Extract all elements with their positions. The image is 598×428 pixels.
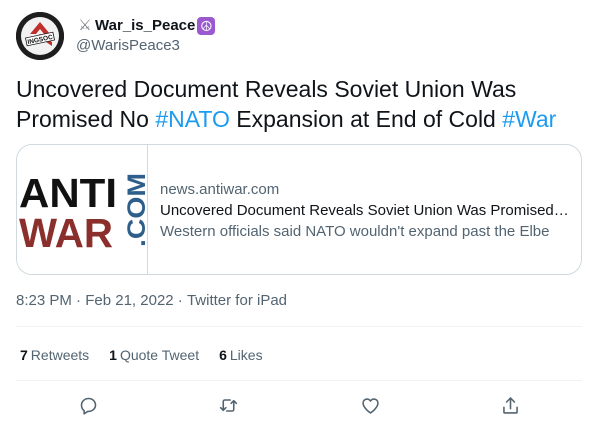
antiwar-logo: ANTI WAR .COM — [17, 145, 151, 274]
heart-icon — [361, 397, 379, 414]
card-domain: news.antiwar.com — [160, 181, 280, 198]
action-bar — [16, 388, 582, 422]
reply-button[interactable] — [74, 391, 102, 419]
engagement-stats: 7 Retweets 1 Quote Tweet 6 Likes — [20, 345, 283, 365]
tweet-meta: 8:23 PM · Feb 21, 2022 · Twitter for iPa… — [16, 291, 287, 311]
display-name-row[interactable]: ⚔ War_is_Peace ☮ — [76, 16, 216, 36]
hashtag-war-link[interactable]: #War — [502, 106, 556, 132]
crossed-swords-icon: ⚔ — [78, 17, 92, 34]
logo-text-com: .COM — [123, 173, 148, 247]
meta-separator: · — [71, 292, 86, 309]
retweets-stat[interactable]: 7 Retweets — [20, 345, 89, 365]
tweet-source-link[interactable]: Twitter for iPad — [187, 291, 287, 311]
retweet-icon — [219, 398, 237, 412]
meta-separator: · — [173, 292, 187, 309]
avatar[interactable]: INGSOC — [16, 12, 64, 60]
retweet-button[interactable] — [214, 391, 242, 419]
hashtag-nato-link[interactable]: #NATO — [155, 106, 230, 132]
quote-tweets-label: Quote Tweet — [119, 347, 200, 363]
quote-tweets-stat[interactable]: 1 Quote Tweet — [109, 345, 199, 365]
tweet-date-link[interactable]: Feb 21, 2022 — [85, 291, 173, 311]
quote-tweets-count: 1 — [109, 347, 117, 363]
share-icon — [502, 396, 518, 414]
divider — [16, 326, 582, 327]
tweet-time-link[interactable]: 8:23 PM — [16, 291, 72, 311]
divider — [16, 380, 582, 381]
display-name[interactable]: War_is_Peace — [95, 16, 195, 36]
retweets-count: 7 — [20, 347, 28, 363]
logo-text-war: WAR — [19, 210, 113, 256]
share-button[interactable] — [496, 391, 524, 419]
like-button[interactable] — [356, 391, 384, 419]
tweet-header: INGSOC ⚔ War_is_Peace ☮ @WarisPeace3 — [16, 12, 582, 64]
likes-count: 6 — [219, 347, 227, 363]
user-handle[interactable]: @WarisPeace3 — [76, 36, 215, 56]
link-preview-card[interactable]: ANTI WAR .COM news.antiwar.com Uncovered… — [16, 144, 582, 275]
tweet-text-part: Expansion at End of Cold — [229, 106, 503, 132]
retweets-label: Retweets — [30, 347, 90, 363]
card-description: Western officials said NATO wouldn't exp… — [160, 223, 550, 240]
card-body: news.antiwar.com Uncovered Document Reve… — [160, 145, 569, 274]
card-title: Uncovered Document Reveals Soviet Union … — [160, 202, 569, 219]
peace-symbol-icon: ☮ — [197, 17, 216, 35]
likes-label: Likes — [229, 347, 263, 363]
likes-stat[interactable]: 6 Likes — [219, 345, 262, 365]
user-info: ⚔ War_is_Peace ☮ @WarisPeace3 — [76, 16, 216, 56]
reply-icon — [80, 397, 96, 415]
tweet-text: Uncovered Document Reveals Soviet Union … — [16, 74, 582, 134]
